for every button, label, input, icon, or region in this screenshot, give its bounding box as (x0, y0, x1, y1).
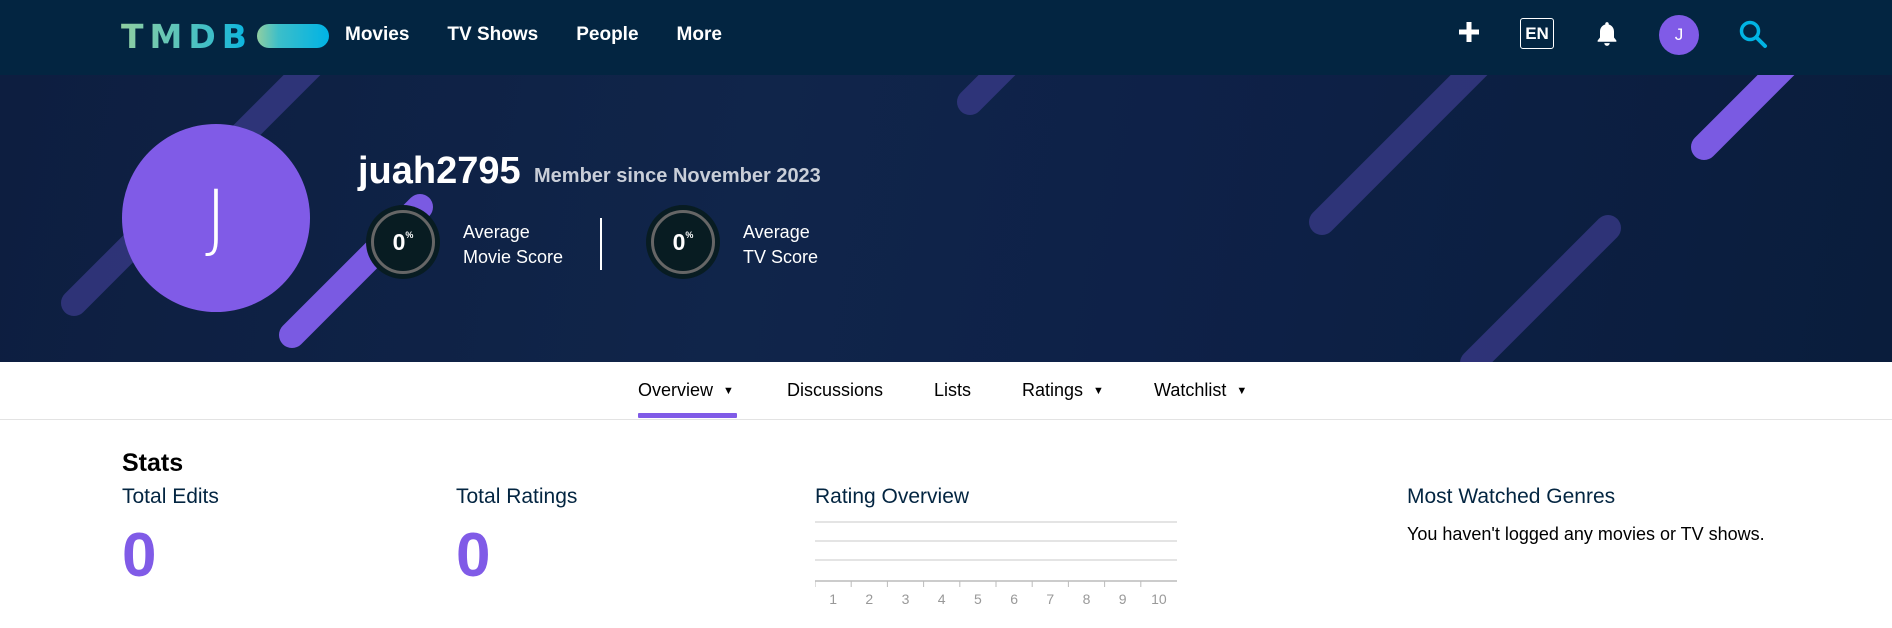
most-watched-genres-label: Most Watched Genres (1407, 485, 1616, 508)
rating-tick-label: 6 (1010, 591, 1018, 607)
tab-lists[interactable]: Lists (934, 380, 971, 401)
caret-down-icon: ▼ (723, 385, 734, 397)
main-menu: Movies TV Shows People More (345, 0, 760, 70)
tab-discussions[interactable]: Discussions (787, 380, 883, 401)
total-edits-label: Total Edits (122, 485, 219, 508)
rating-overview-chart: 1 2 3 4 5 6 7 8 9 10 (815, 521, 1177, 607)
user-avatar-button[interactable]: J (1659, 15, 1699, 55)
score-divider (600, 218, 602, 270)
search-icon[interactable] (1738, 19, 1768, 49)
rating-tick-label: 3 (902, 591, 910, 607)
rating-tick-label: 2 (865, 591, 873, 607)
rating-tick-label: 1 (829, 591, 837, 607)
caret-down-icon: ▼ (1093, 385, 1104, 397)
plus-icon[interactable] (1457, 20, 1481, 44)
rating-overview-label: Rating Overview (815, 485, 970, 508)
profile-header: J juah2795 Member since November 2023 0%… (0, 75, 1892, 362)
rating-tick-label: 10 (1151, 591, 1167, 607)
nav-tv-shows-link[interactable]: TV Shows (447, 24, 538, 46)
logo-text: TMDB (121, 16, 253, 56)
tv-score-label: Average TV Score (743, 222, 819, 267)
tab-watchlist[interactable]: Watchlist ▼ (1154, 380, 1247, 401)
genres-empty-message: You haven't logged any movies or TV show… (1407, 524, 1765, 544)
tab-overview[interactable]: Overview ▼ (638, 380, 734, 401)
bell-icon[interactable] (1594, 20, 1620, 48)
nav-movies-link[interactable]: Movies (345, 24, 409, 46)
nav-people-link[interactable]: People (576, 24, 638, 46)
tmdb-logo[interactable]: TMDB (121, 14, 329, 58)
rating-tick-label: 7 (1046, 591, 1054, 607)
active-tab-indicator (638, 413, 737, 418)
tv-score-ring: 0% (646, 205, 720, 279)
logo-pill-icon (256, 24, 329, 48)
language-selector[interactable]: EN (1520, 18, 1554, 49)
movie-score-value: 0% (392, 228, 414, 255)
tv-score-value: 0% (672, 228, 694, 255)
total-edits-value: 0 (122, 521, 157, 590)
total-ratings-value: 0 (456, 521, 491, 590)
total-ratings-label: Total Ratings (456, 485, 578, 508)
rating-tick-label: 4 (938, 591, 946, 607)
top-navigation-bar: TMDB Movies TV Shows People More EN J (0, 0, 1892, 75)
profile-tabs: Overview ▼ Discussions Lists Ratings ▼ Wat… (0, 362, 1892, 420)
profile-username[interactable]: juah2795 (358, 150, 521, 193)
caret-down-icon: ▼ (1236, 385, 1248, 397)
rating-tick-label: 5 (974, 591, 982, 607)
tab-ratings[interactable]: Ratings ▼ (1022, 380, 1104, 401)
profile-avatar[interactable]: J (122, 124, 310, 312)
member-since-text: Member since November 2023 (534, 165, 821, 187)
stats-heading: Stats (122, 449, 184, 477)
movie-score-label: Average Movie Score (463, 222, 564, 267)
nav-more-link[interactable]: More (677, 24, 722, 46)
movie-score-ring: 0% (366, 205, 440, 279)
rating-tick-label: 8 (1083, 591, 1091, 607)
rating-tick-label: 9 (1119, 591, 1127, 607)
